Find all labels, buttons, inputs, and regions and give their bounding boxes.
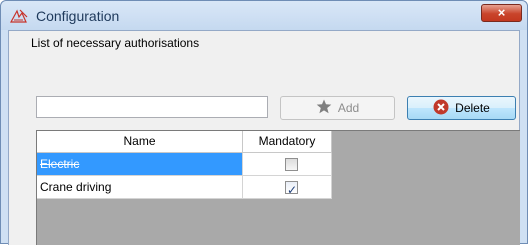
title-bar[interactable]: Configuration × xyxy=(1,1,527,30)
delete-button[interactable]: Delete xyxy=(407,96,516,120)
row-name-cell[interactable]: Electric xyxy=(37,153,243,176)
table-row[interactable]: Crane driving ✓ xyxy=(37,176,332,199)
authorisations-label: List of necessary authorisations xyxy=(31,36,200,50)
row-mandatory-cell[interactable] xyxy=(243,153,332,176)
row-mandatory-cell[interactable]: ✓ xyxy=(243,176,332,199)
close-button[interactable]: × xyxy=(481,4,522,22)
checkmark-icon: ✓ xyxy=(287,183,298,197)
column-header-name[interactable]: Name xyxy=(37,131,243,153)
window-title: Configuration xyxy=(36,8,120,24)
configuration-window: Configuration × List of necessary author… xyxy=(0,0,528,245)
authorisation-input[interactable] xyxy=(36,96,268,118)
delete-button-label: Delete xyxy=(455,101,490,115)
row-name-cell[interactable]: Crane driving xyxy=(37,176,243,199)
add-button[interactable]: Add xyxy=(280,96,395,120)
mandatory-checkbox[interactable] xyxy=(285,158,298,171)
table-row[interactable]: Electric xyxy=(37,153,332,176)
star-icon xyxy=(316,99,332,117)
mandatory-checkbox[interactable]: ✓ xyxy=(285,181,298,197)
delete-x-icon xyxy=(433,99,449,118)
pencil-triangle-icon xyxy=(9,8,28,24)
authorisations-grid[interactable]: Name Mandatory Electric Crane driving ✓ xyxy=(36,130,520,245)
close-icon: × xyxy=(497,5,506,20)
column-header-mandatory[interactable]: Mandatory xyxy=(243,131,332,153)
add-button-label: Add xyxy=(337,101,360,115)
